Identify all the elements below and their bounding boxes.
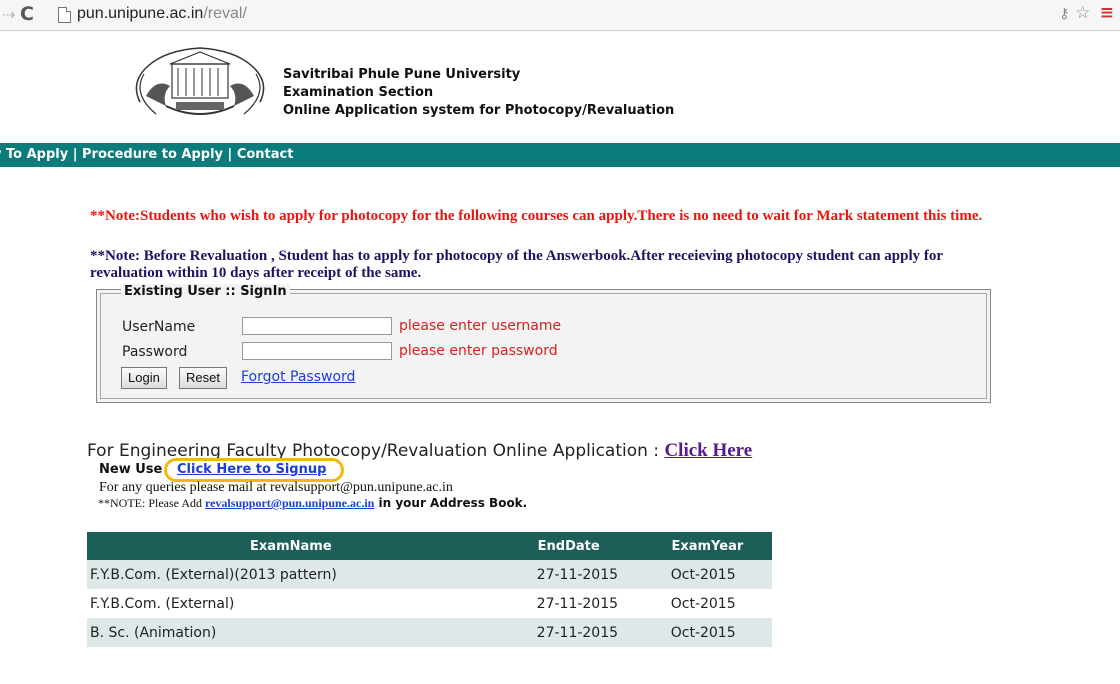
revaluation-note: **Note: Before Revaluation , Student has… <box>90 248 943 281</box>
system-name: Online Application system for Photocopy/… <box>283 103 675 118</box>
menu-icon[interactable]: ≡ <box>1100 3 1114 23</box>
queries-text: For any queries please mail at revalsupp… <box>99 480 453 495</box>
table-row: B. Sc. (Animation) 27-11-2015 Oct-2015 <box>87 618 772 647</box>
table-row: F.Y.B.Com. (External) 27-11-2015 Oct-201… <box>87 589 772 618</box>
table-header-row: ExamName EndDate ExamYear <box>87 532 772 560</box>
university-logo <box>135 47 265 115</box>
nav-how-to-apply[interactable]: v To Apply <box>0 147 68 162</box>
forgot-password-link[interactable]: Forgot Password <box>241 369 355 385</box>
password-label: Password <box>122 344 188 360</box>
engineering-click-here-link[interactable]: Click Here <box>664 440 752 461</box>
browser-toolbar: ⇢ C pun.unipune.ac.in/reval/ ⚷ ☆ ≡ <box>0 0 1120 31</box>
username-input[interactable] <box>242 317 392 335</box>
signin-fieldset: Existing User :: SignIn UserName please … <box>96 284 991 403</box>
exam-name-cell: F.Y.B.Com. (External) <box>87 589 495 618</box>
nav-procedure-to-apply[interactable]: Procedure to Apply <box>82 147 223 162</box>
forward-arrow-icon[interactable]: ⇢ <box>2 5 15 24</box>
reload-icon[interactable]: C <box>20 3 34 25</box>
new-user-label: New Use <box>99 462 163 477</box>
column-header-examname: ExamName <box>87 532 495 560</box>
column-header-enddate: EndDate <box>494 532 643 560</box>
end-date-cell: 27-11-2015 <box>494 589 643 618</box>
exam-name-cell: B. Sc. (Animation) <box>87 618 495 647</box>
column-header-examyear: ExamYear <box>642 532 772 560</box>
page-icon <box>58 7 71 23</box>
signup-highlight: Click Here to Signup <box>164 458 344 482</box>
bookmark-star-icon[interactable]: ☆ <box>1075 3 1090 23</box>
password-input[interactable] <box>242 342 392 360</box>
username-label: UserName <box>122 319 196 335</box>
end-date-cell: 27-11-2015 <box>494 618 643 647</box>
table-row: F.Y.B.Com. (External)(2013 pattern) 27-1… <box>87 560 772 589</box>
address-book-note: **NOTE: Please Add revalsupport@pun.unip… <box>98 496 528 510</box>
exam-year-cell: Oct-2015 <box>642 618 772 647</box>
address-bar[interactable]: pun.unipune.ac.in/reval/ <box>50 3 1050 27</box>
reset-button[interactable]: Reset <box>179 367 227 389</box>
end-date-cell: 27-11-2015 <box>494 560 643 589</box>
signup-link[interactable]: Click Here to Signup <box>177 462 326 477</box>
password-error: please enter password <box>399 343 558 359</box>
exam-name-cell: F.Y.B.Com. (External)(2013 pattern) <box>87 560 495 589</box>
exam-year-cell: Oct-2015 <box>642 589 772 618</box>
exam-year-cell: Oct-2015 <box>642 560 772 589</box>
nav-separator: | <box>223 147 237 162</box>
support-email-link[interactable]: revalsupport@pun.unipune.ac.in <box>205 496 374 510</box>
nav-separator: | <box>68 147 83 162</box>
section-name: Examination Section <box>283 85 434 100</box>
exam-table: ExamName EndDate ExamYear F.Y.B.Com. (Ex… <box>87 532 772 647</box>
university-name: Savitribai Phule Pune University <box>283 67 521 82</box>
login-button[interactable]: Login <box>121 367 167 389</box>
university-header: Savitribai Phule Pune University Examina… <box>283 66 674 120</box>
key-icon[interactable]: ⚷ <box>1059 6 1069 22</box>
signin-legend: Existing User :: SignIn <box>121 284 290 299</box>
photocopy-note: **Note:Students who wish to apply for ph… <box>90 208 983 224</box>
nav-contact[interactable]: Contact <box>237 147 294 162</box>
top-nav-bar: v To Apply | Procedure to Apply | Contac… <box>0 143 1120 167</box>
username-error: please enter username <box>399 318 562 334</box>
url-text[interactable]: pun.unipune.ac.in/reval/ <box>77 5 247 23</box>
